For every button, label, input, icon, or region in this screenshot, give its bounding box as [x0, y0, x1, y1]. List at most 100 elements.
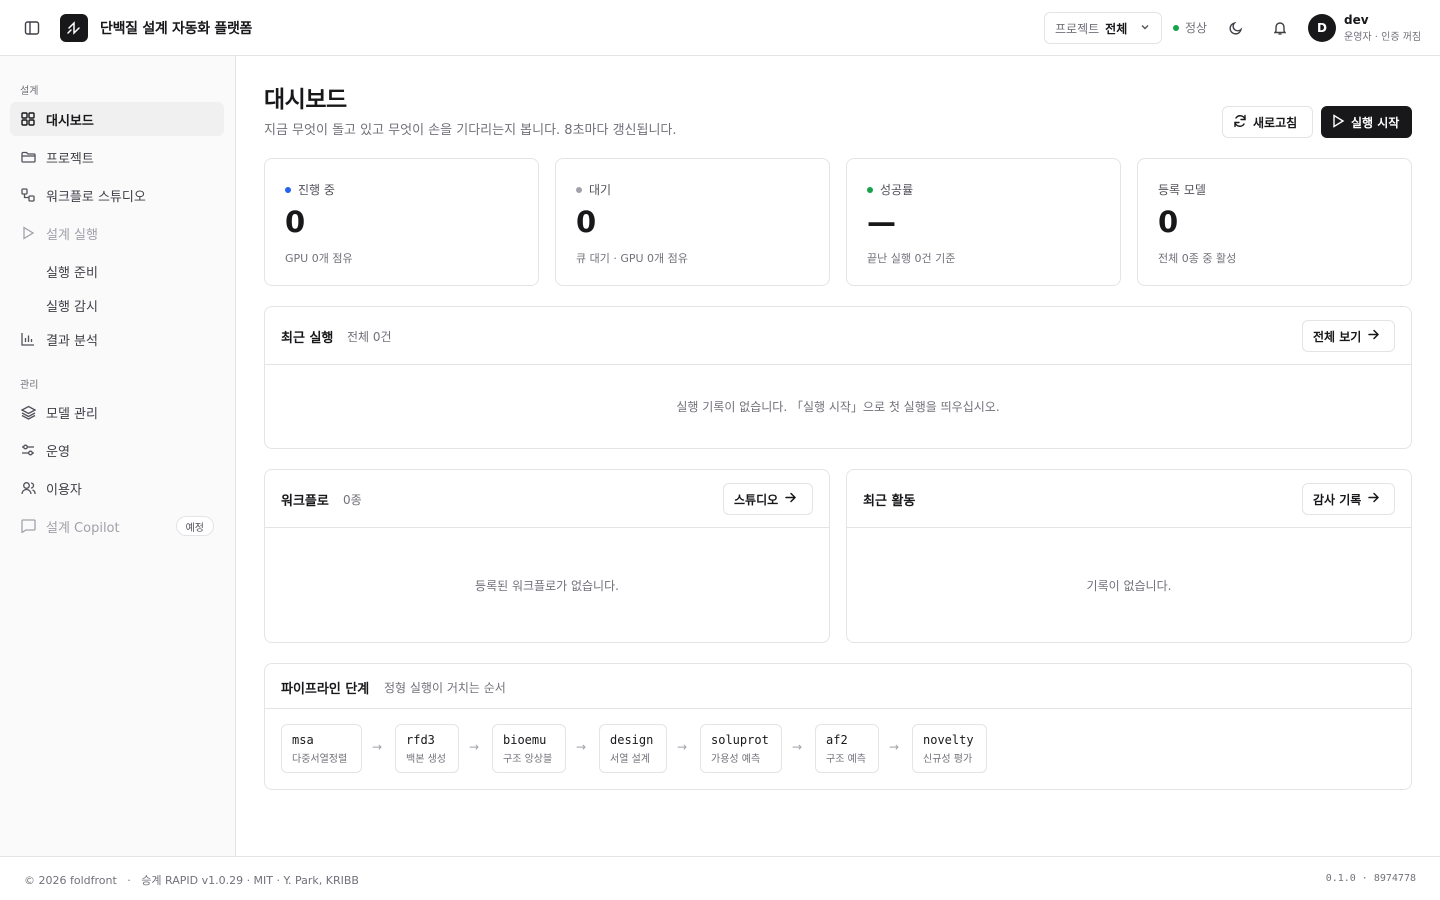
empty-state: 실행 기록이 없습니다. 「실행 시작」으로 첫 실행을 띄우십시오. — [676, 400, 1000, 414]
status-dot — [576, 186, 582, 193]
stat-label: 등록 모델 — [1158, 183, 1206, 197]
refresh-button[interactable]: 새로고침 — [1222, 106, 1313, 138]
arrow-right-icon: → — [372, 740, 383, 754]
arrow-right-icon: → — [576, 740, 587, 754]
arrow-right-icon — [784, 491, 797, 507]
user-name: dev — [1344, 13, 1369, 27]
project-selector[interactable]: 프로젝트 전체 — [1044, 12, 1162, 44]
stat-footnote: 전체 0종 중 활성 — [1158, 252, 1237, 265]
arrow-right-icon: → — [889, 740, 900, 754]
pipeline-panel: 파이프라인 단계 정형 실행이 거치는 순서 msa 다중서열정렬 → rfd3… — [264, 663, 1412, 790]
pipeline-step-soluprot: soluprot 가용성 예측 — [700, 724, 782, 773]
users-icon — [20, 480, 36, 496]
app-title: 단백질 설계 자동화 플랫폼 — [100, 21, 253, 37]
arrow-right-icon: → — [469, 740, 480, 754]
user-avatar[interactable]: D — [1308, 14, 1336, 42]
stat-label-row: 성공률 — [867, 181, 913, 198]
sidebar-item-label: 워크플로 스튜디오 — [46, 189, 146, 205]
stat-label-row: 대기 — [576, 181, 611, 198]
sliders-icon — [20, 442, 36, 458]
status-text: 정상 — [1185, 21, 1208, 35]
status-dot — [285, 186, 291, 193]
sidebar-item-label: 운영 — [46, 444, 70, 460]
panel-header: 파이프라인 단계 정형 실행이 거치는 순서 — [265, 664, 1411, 709]
studio-button[interactable]: 스튜디오 — [723, 483, 813, 515]
sidebar-item-dashboard[interactable]: 대시보드 — [10, 102, 224, 136]
stat-label-row: 진행 중 — [285, 181, 335, 198]
sidebar-item-results[interactable]: 결과 분석 — [10, 322, 224, 356]
sidebar-section-design: 설계 — [20, 86, 39, 97]
button-label: 전체 보기 — [1313, 329, 1362, 344]
arrow-right-icon — [1367, 328, 1380, 344]
arrow-right-icon — [1367, 491, 1380, 507]
user-role: 운영자 · 인증 꺼짐 — [1344, 32, 1422, 43]
project-selector-label: 프로젝트 — [1055, 21, 1100, 36]
step-description: 신규성 평가 — [923, 754, 973, 765]
bar-chart-icon — [20, 331, 36, 347]
stat-footnote: GPU 0개 점유 — [285, 252, 353, 265]
activity-panel: 최근 활동 감사 기록 기록이 없습니다. — [846, 469, 1412, 643]
app-logo-icon[interactable] — [60, 14, 88, 42]
stat-label: 대기 — [589, 183, 612, 197]
stat-value: — — [867, 205, 896, 239]
step-description: 다중서열정렬 — [292, 754, 348, 765]
stat-label: 진행 중 — [298, 183, 335, 197]
sidebar-item-projects[interactable]: 프로젝트 — [10, 140, 224, 174]
sidebar-item-design-run[interactable]: 설계 실행 — [10, 216, 224, 250]
sidebar-item-models[interactable]: 모델 관리 — [10, 395, 224, 429]
chat-icon — [20, 518, 36, 534]
page-subtitle: 지금 무엇이 돌고 있고 무엇이 손을 기다리는지 봅니다. 8초마다 갱신됩니… — [264, 123, 677, 138]
stat-label: 성공률 — [880, 183, 914, 197]
sidebar-subitem-run-prep[interactable]: 실행 준비 — [46, 262, 98, 281]
step-description: 구조 앙상블 — [503, 754, 553, 765]
view-all-runs-button[interactable]: 전체 보기 — [1302, 320, 1395, 352]
button-label: 스튜디오 — [734, 492, 779, 507]
stat-card-queued: 대기 0 큐 대기 · GPU 0개 점유 — [555, 158, 830, 286]
sidebar-subitem-run-monitor[interactable]: 실행 감시 — [46, 296, 98, 315]
sidebar-toggle-icon[interactable] — [20, 16, 44, 40]
pipeline-step-rfd3: rfd3 백본 생성 — [395, 724, 459, 773]
sidebar: 설계 대시보드 프로젝트 워크플로 스튜디오 설계 실행 실행 준비 실행 감시… — [0, 56, 236, 856]
project-selector-value: 전체 — [1105, 21, 1128, 36]
stat-card-running: 진행 중 0 GPU 0개 점유 — [264, 158, 539, 286]
step-code: soluprot — [711, 733, 769, 747]
footer: © 2026 foldfront · 승계 RAPID v1.0.29 · MI… — [0, 856, 1440, 900]
panel-header: 워크플로 0종 스튜디오 — [265, 470, 829, 528]
sidebar-item-label: 결과 분석 — [46, 333, 98, 349]
stat-footnote: 끝난 실행 0건 기준 — [867, 252, 956, 265]
notification-bell-icon[interactable] — [1268, 16, 1292, 40]
step-code: design — [610, 733, 654, 747]
stat-value: 0 — [1158, 205, 1179, 239]
sidebar-item-label: 프로젝트 — [46, 151, 94, 167]
empty-state: 등록된 워크플로가 없습니다. — [475, 579, 619, 593]
step-code: af2 — [826, 733, 848, 747]
refresh-icon — [1233, 114, 1247, 131]
step-code: msa — [292, 733, 314, 747]
empty-state: 기록이 없습니다. — [1086, 579, 1172, 593]
sidebar-item-copilot[interactable]: 설계 Copilot 예정 — [10, 509, 224, 543]
workflows-panel: 워크플로 0종 스튜디오 등록된 워크플로가 없습니다. — [264, 469, 830, 643]
status-dot — [1173, 24, 1179, 31]
panel-title: 최근 실행 — [281, 331, 334, 346]
start-run-button[interactable]: 실행 시작 — [1321, 106, 1412, 138]
status-dot — [867, 186, 873, 193]
arrow-right-icon: → — [792, 740, 803, 754]
panel-header: 최근 실행 전체 0건 전체 보기 — [265, 307, 1411, 365]
sidebar-item-users[interactable]: 이용자 — [10, 471, 224, 505]
footer-version: 0.1.0 · 8974778 — [1325, 873, 1416, 884]
stat-label-row: 등록 모델 — [1158, 181, 1206, 198]
step-description: 가용성 예측 — [711, 754, 761, 765]
theme-toggle-moon-icon[interactable] — [1224, 16, 1248, 40]
audit-log-button[interactable]: 감사 기록 — [1302, 483, 1395, 515]
sidebar-item-ops[interactable]: 운영 — [10, 433, 224, 467]
step-description: 구조 예측 — [826, 754, 866, 765]
step-code: novelty — [923, 733, 974, 747]
grid-icon — [20, 111, 36, 127]
panel-title: 파이프라인 단계 — [281, 682, 370, 697]
sidebar-item-workflow-studio[interactable]: 워크플로 스튜디오 — [10, 178, 224, 212]
page-title: 대시보드 — [264, 87, 347, 113]
sidebar-item-label: 이용자 — [46, 482, 82, 498]
stat-card-models: 등록 모델 0 전체 0종 중 활성 — [1137, 158, 1412, 286]
stat-footnote: 큐 대기 · GPU 0개 점유 — [576, 252, 688, 265]
sidebar-item-label: 대시보드 — [46, 113, 94, 129]
